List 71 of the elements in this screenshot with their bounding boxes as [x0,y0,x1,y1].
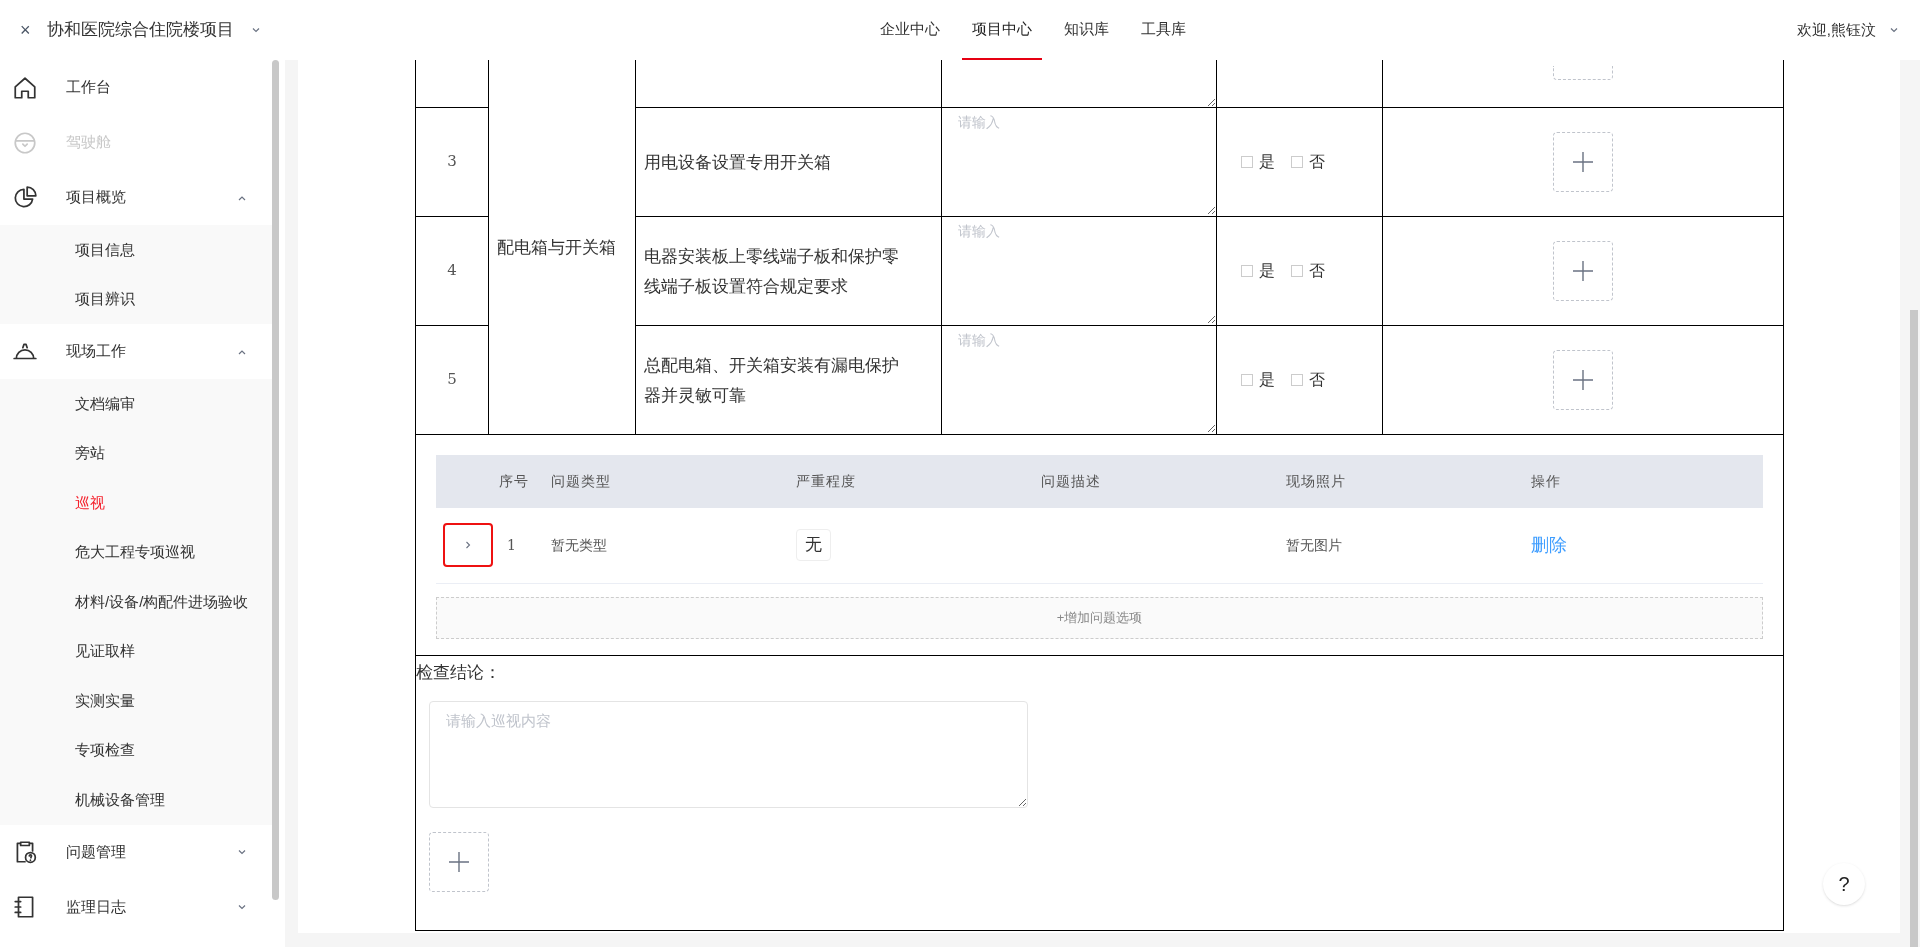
project-selector[interactable]: 协和医院综合住院楼项目 [46,17,262,43]
yes-label: 是 [1259,259,1275,282]
steering-wheel-icon [12,129,38,156]
plus-icon [1571,149,1595,174]
submenu-item[interactable]: 文档编审 [0,379,272,429]
checkbox[interactable] [1241,373,1253,386]
conclusion-field[interactable]: 请输入巡视内容 [429,701,1028,808]
check-item-text: 总配电箱、开关箱安装有漏电保护器并灵敏可靠 [644,353,900,407]
checkbox[interactable] [1291,264,1303,277]
plus-icon [447,850,471,874]
menu-item[interactable]: 问题管理 [0,824,272,880]
nav-tab[interactable]: 企业中心 [870,0,950,60]
submenu-item[interactable]: 专项检查 [0,725,272,775]
upload-button[interactable] [1553,131,1613,192]
menu-item[interactable]: 工作台 [0,60,272,115]
check-item-text: 电器安装板上零线端子板和保护零线端子板设置符合规定要求 [644,244,900,298]
column-header: 问题类型 [551,471,612,491]
checkbox[interactable] [1291,373,1303,386]
column-header: 操作 [1531,471,1562,491]
checkbox[interactable] [1241,264,1253,277]
menu-item[interactable]: 现场工作 [0,324,272,379]
column-header: 问题描述 [1041,471,1102,491]
issue-type: 暂无类型 [551,536,607,553]
submenu-item[interactable]: 材料/设备/构配件进场验收 [0,577,272,627]
submenu-item[interactable]: 巡视 [0,478,272,528]
plus-icon [1571,367,1595,392]
upload-button[interactable] [1553,240,1613,301]
row-number: 3 [447,152,457,171]
menu-item[interactable]: 项目概览 [0,170,272,225]
no-label: 否 [1309,368,1325,391]
menu-item[interactable]: 监理日志 [0,879,272,935]
upload-button[interactable] [1553,66,1613,80]
issue-number: 1 [506,536,516,553]
user-menu[interactable]: 欢迎,熊钰汶 [1796,18,1900,42]
no-label: 否 [1309,150,1325,173]
nav-tab[interactable]: 知识库 [1054,0,1119,60]
check-item-text: 用电设备设置专用开关箱 [644,150,832,174]
conclusion-label: 检查结论： [416,660,502,684]
upload-button[interactable] [429,832,489,892]
checkbox[interactable] [1291,155,1303,168]
column-header: 严重程度 [796,471,857,491]
submenu-item[interactable]: 实测实量 [0,676,272,726]
severity-tag: 无 [796,529,831,561]
submenu-item[interactable]: 项目辨识 [0,274,272,324]
column-header: 现场照片 [1286,471,1347,491]
remark-field[interactable]: 请输入 [942,216,1216,324]
submenu-item[interactable]: 危大工程专项巡视 [0,527,272,577]
column-header: 序号 [499,471,530,491]
remark-field[interactable]: 请输入 [942,107,1216,215]
submenu-item[interactable]: 项目信息 [0,225,272,275]
scrollbar[interactable] [1910,310,1918,947]
nav-tab[interactable]: 工具库 [1131,0,1196,60]
no-label: 否 [1309,259,1325,282]
remark-field[interactable]: 请输入 [942,325,1216,433]
add-issue-button[interactable]: +增加问题选项 [436,596,1763,639]
photo-status: 暂无图片 [1286,536,1342,553]
submenu-item[interactable]: 旁站 [0,428,272,478]
expand-button[interactable] [442,523,493,567]
submenu-item[interactable]: 见证取样 [0,626,272,676]
upload-button[interactable] [1553,349,1613,410]
yes-label: 是 [1259,150,1275,173]
plus-icon [1571,258,1595,283]
yes-label: 是 [1259,368,1275,391]
close-button[interactable]: × [20,16,31,44]
row-number: 4 [447,261,457,280]
submenu-item[interactable]: 机械设备管理 [0,775,272,825]
row-number: 5 [447,370,457,389]
checkbox[interactable] [1241,155,1253,168]
pie-chart-icon [12,184,38,211]
scrollbar[interactable] [272,60,279,900]
category-text: 配电箱与开关箱 [497,235,617,259]
